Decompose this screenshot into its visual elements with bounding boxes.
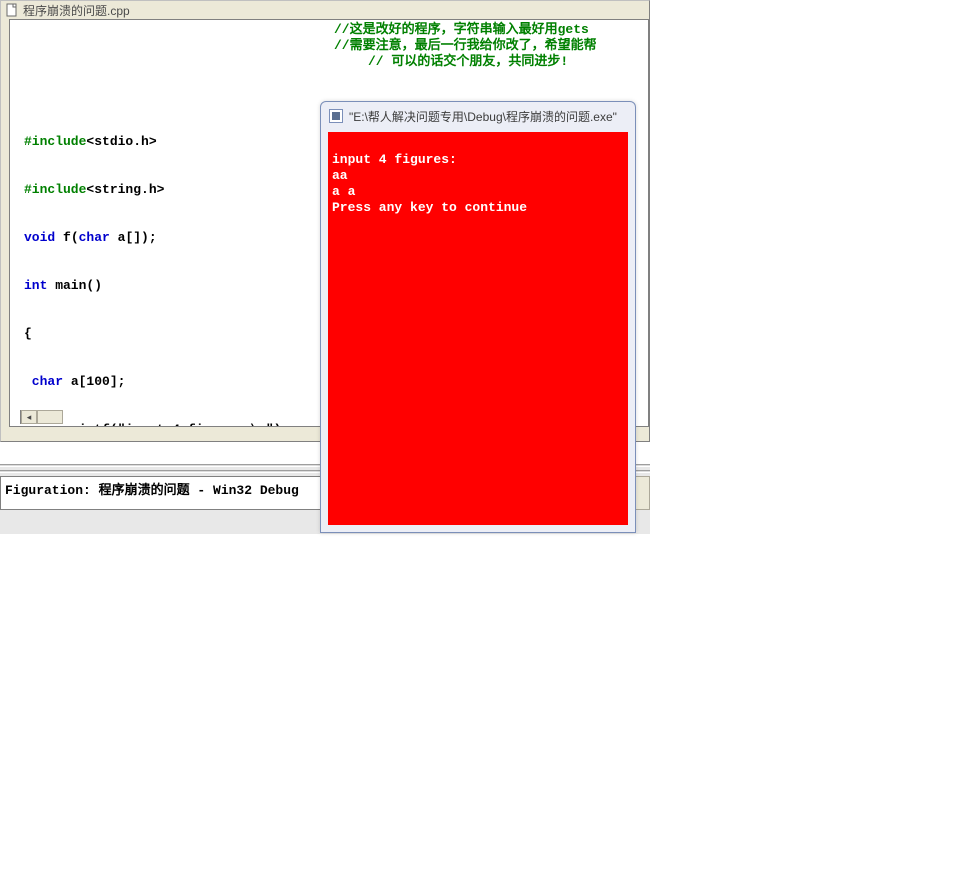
- console-line: Press any key to continue: [332, 200, 527, 215]
- code-token: f(: [55, 230, 78, 245]
- console-title: "E:\帮人解决问题专用\Debug\程序崩溃的问题.exe": [349, 108, 617, 125]
- console-titlebar[interactable]: "E:\帮人解决问题专用\Debug\程序崩溃的问题.exe": [321, 102, 635, 130]
- console-line: input 4 figures:: [332, 152, 457, 167]
- console-line: aa: [332, 168, 348, 183]
- scroll-left-button[interactable]: ◂: [21, 410, 37, 424]
- file-icon: [5, 3, 19, 17]
- code-token: #include: [24, 182, 86, 197]
- code-token: #include: [24, 134, 86, 149]
- code-token: a[100];: [63, 374, 125, 389]
- code-token: a[]);: [110, 230, 157, 245]
- console-line: a a: [332, 184, 355, 199]
- code-token: int: [24, 278, 47, 293]
- code-token: main(): [47, 278, 102, 293]
- console-window[interactable]: "E:\帮人解决问题专用\Debug\程序崩溃的问题.exe" input 4 …: [320, 101, 636, 533]
- editor-hscroll[interactable]: ◂: [20, 410, 63, 424]
- editor-titlebar: 程序崩溃的问题.cpp: [1, 1, 649, 19]
- code-comment: //需要注意，最后一行我给你改了，希望能帮: [334, 38, 597, 54]
- scroll-thumb[interactable]: [37, 410, 63, 424]
- code-comment: // 可以的话交个朋友，共同进步!: [368, 54, 568, 70]
- code-comment: //这是改好的程序，字符串输入最好用gets: [334, 22, 589, 38]
- console-app-icon: [329, 109, 343, 123]
- console-output[interactable]: input 4 figures: aa a a Press any key to…: [328, 132, 628, 525]
- code-token: <stdio.h>: [86, 134, 156, 149]
- code-token: char: [79, 230, 110, 245]
- code-token: char: [24, 374, 63, 389]
- code-token: void: [24, 230, 55, 245]
- code-token: <string.h>: [86, 182, 164, 197]
- editor-tab-title: 程序崩溃的问题.cpp: [23, 2, 130, 19]
